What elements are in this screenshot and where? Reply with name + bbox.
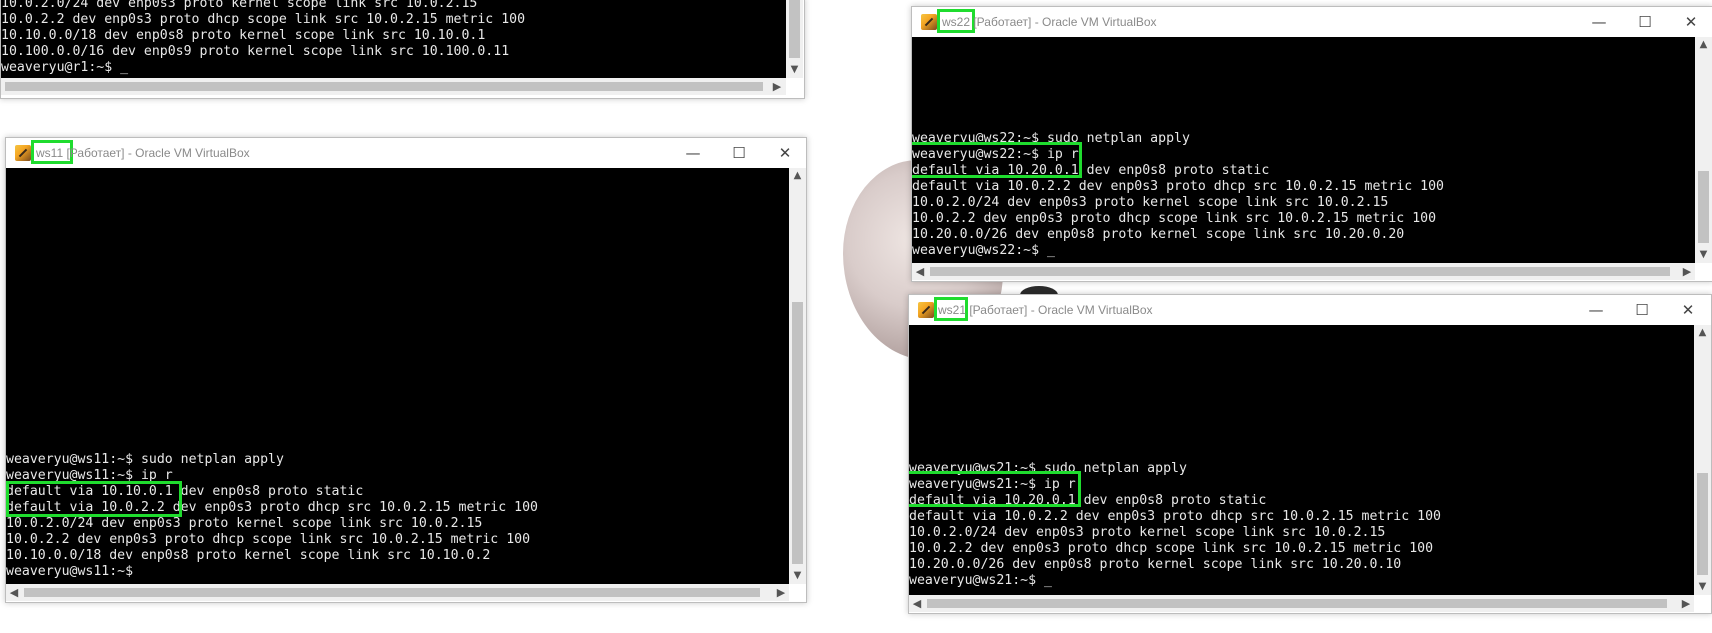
terminal-screen-ws21[interactable]: weaveryu@ws21:~$ sudo netplan apply weav… (909, 325, 1694, 595)
close-icon[interactable]: ✕ (1677, 299, 1699, 321)
scroll-left-arrow-icon[interactable]: ◀ (912, 263, 928, 280)
window-title: ws11 [Работает] - Oracle VM VirtualBox (36, 146, 250, 160)
terminal-line: 10.0.2.0/24 dev enp0s3 proto kernel scop… (1, 0, 478, 11)
scrollbar-thumb[interactable] (930, 267, 1670, 276)
terminal-line: 10.0.2.0/24 dev enp0s3 proto kernel scop… (912, 195, 1389, 210)
scroll-down-arrow-icon[interactable]: ▼ (1695, 247, 1712, 263)
terminal-prompt: weaveryu@ws22:~$ _ (912, 243, 1055, 258)
virtualbox-app-icon (15, 145, 31, 161)
window-title-rest: [Работает] - Oracle VM VirtualBox (63, 146, 250, 160)
window-title-host: ws22 (942, 15, 971, 29)
virtualbox-app-icon (921, 14, 937, 30)
window-title-host: ws11 (36, 146, 64, 160)
minimize-icon[interactable]: — (1588, 11, 1610, 33)
terminal-line: 10.10.0.0/18 dev enp0s8 proto kernel sco… (6, 548, 491, 563)
terminal-screen-r1[interactable]: 10.0.2.0/24 dev enp0s3 proto kernel scop… (1, 0, 786, 78)
vm-window-r1[interactable]: 10.0.2.0/24 dev enp0s3 proto kernel scop… (0, 0, 805, 99)
virtualbox-app-icon (918, 302, 934, 318)
scroll-left-arrow-icon[interactable]: ◀ (909, 595, 925, 612)
maximize-icon[interactable]: ☐ (1634, 11, 1656, 33)
window-title-host: ws21 (938, 303, 967, 317)
scroll-left-arrow-icon[interactable]: ◀ (6, 584, 22, 601)
scrollbar-thumb[interactable] (927, 599, 1667, 608)
terminal-screen-ws22[interactable]: weaveryu@ws22:~$ sudo netplan apply weav… (912, 37, 1695, 263)
scroll-up-arrow-icon[interactable]: ▲ (1695, 37, 1712, 53)
horizontal-scrollbar-ws22[interactable]: ◀ ▶ (912, 263, 1695, 280)
title-bar[interactable]: ws21 [Работает] - Oracle VM VirtualBox —… (909, 295, 1711, 325)
scrollbar-thumb[interactable] (5, 82, 763, 91)
terminal-line: 10.0.2.2 dev enp0s3 proto dhcp scope lin… (909, 541, 1434, 556)
terminal-prompt: weaveryu@ws11:~$ (6, 564, 134, 579)
scroll-down-arrow-icon[interactable]: ▼ (789, 568, 806, 584)
terminal-prompt: weaveryu@ws21:~$ _ (909, 573, 1052, 588)
vertical-scrollbar-ws11[interactable]: ▲ ▼ (789, 168, 806, 584)
terminal-line: 10.0.2.0/24 dev enp0s3 proto kernel scop… (909, 525, 1386, 540)
maximize-icon[interactable]: ☐ (728, 142, 750, 164)
horizontal-scrollbar-ws11[interactable]: ◀ ▶ (6, 584, 789, 601)
close-icon[interactable]: ✕ (774, 142, 796, 164)
maximize-icon[interactable]: ☐ (1631, 299, 1653, 321)
terminal-line: 10.20.0.0/26 dev enp0s8 proto kernel sco… (912, 227, 1405, 242)
scrollbar-thumb[interactable] (1697, 473, 1708, 575)
window-title-rest: [Работает] - Oracle VM VirtualBox (966, 303, 1153, 317)
scrollbar-thumb[interactable] (1698, 171, 1709, 243)
command-highlight-box (912, 142, 1082, 178)
minimize-icon[interactable]: — (682, 142, 704, 164)
scroll-down-arrow-icon[interactable]: ▼ (786, 62, 803, 78)
window-title-rest: [Работает] - Oracle VM VirtualBox (970, 15, 1157, 29)
command-highlight-box (909, 471, 1081, 507)
close-icon[interactable]: ✕ (1680, 11, 1702, 33)
terminal-line: 10.100.0.0/16 dev enp0s9 proto kernel sc… (1, 44, 510, 59)
scroll-right-arrow-icon[interactable]: ▶ (773, 584, 789, 601)
command-highlight-box (6, 481, 182, 517)
terminal-line: 10.10.0.0/18 dev enp0s8 proto kernel sco… (1, 28, 486, 43)
scroll-right-arrow-icon[interactable]: ▶ (1679, 263, 1695, 280)
terminal-line: 10.0.2.2 dev enp0s3 proto dhcp scope lin… (6, 532, 531, 547)
terminal-line: 10.0.2.2 dev enp0s3 proto dhcp scope lin… (1, 12, 526, 27)
title-bar[interactable]: ws11 [Работает] - Oracle VM VirtualBox —… (6, 138, 806, 168)
terminal-line: 10.20.0.0/26 dev enp0s8 proto kernel sco… (909, 557, 1402, 572)
window-title: ws22 [Работает] - Oracle VM VirtualBox (942, 15, 1157, 29)
horizontal-scrollbar-ws21[interactable]: ◀ ▶ (909, 595, 1694, 612)
terminal-line: default via 10.0.2.2 dev enp0s3 proto dh… (909, 509, 1441, 524)
title-bar[interactable]: ws22 [Работает] - Oracle VM VirtualBox —… (912, 7, 1712, 37)
vm-window-ws22[interactable]: ws22 [Работает] - Oracle VM VirtualBox —… (911, 6, 1712, 282)
scroll-right-arrow-icon[interactable]: ▶ (769, 78, 785, 95)
terminal-output-r1: 10.0.2.0/24 dev enp0s3 proto kernel scop… (1, 0, 525, 76)
horizontal-scrollbar-r1[interactable]: ▶ (1, 78, 786, 95)
terminal-line: default via 10.0.2.2 dev enp0s3 proto dh… (912, 179, 1444, 194)
terminal-line: weaveryu@ws11:~$ sudo netplan apply (6, 452, 284, 467)
minimize-icon[interactable]: — (1585, 299, 1607, 321)
scroll-down-arrow-icon[interactable]: ▼ (1694, 579, 1711, 595)
window-title: ws21 [Работает] - Oracle VM VirtualBox (938, 303, 1153, 317)
terminal-prompt: weaveryu@r1:~$ _ (1, 60, 129, 75)
vertical-scrollbar-r1[interactable]: ▼ (786, 0, 803, 78)
vm-window-ws21[interactable]: ws21 [Работает] - Oracle VM VirtualBox —… (908, 294, 1712, 614)
terminal-line: 10.0.2.2 dev enp0s3 proto dhcp scope lin… (912, 211, 1437, 226)
vertical-scrollbar-ws22[interactable]: ▲ ▼ (1695, 37, 1712, 263)
scroll-up-arrow-icon[interactable]: ▲ (1694, 325, 1711, 341)
vm-window-ws11[interactable]: ws11 [Работает] - Oracle VM VirtualBox —… (5, 137, 807, 603)
scroll-up-arrow-icon[interactable]: ▲ (789, 168, 806, 184)
scrollbar-thumb[interactable] (789, 0, 800, 58)
scroll-right-arrow-icon[interactable]: ▶ (1678, 595, 1694, 612)
vertical-scrollbar-ws21[interactable]: ▲ ▼ (1694, 325, 1711, 595)
scrollbar-thumb[interactable] (792, 302, 803, 564)
terminal-line: 10.0.2.0/24 dev enp0s3 proto kernel scop… (6, 516, 483, 531)
scrollbar-thumb[interactable] (24, 588, 760, 597)
terminal-screen-ws11[interactable]: weaveryu@ws11:~$ sudo netplan apply weav… (6, 168, 789, 584)
